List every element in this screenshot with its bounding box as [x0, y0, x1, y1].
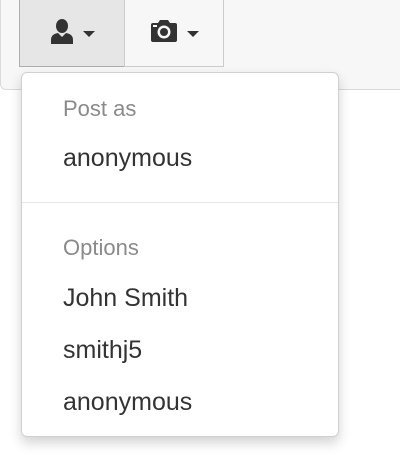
option-item-anonymous[interactable]: anonymous: [63, 390, 192, 415]
chevron-down-icon: [187, 31, 199, 37]
post-as-dropdown-menu: Post as anonymous Options John Smith smi…: [21, 72, 339, 437]
post-as-header: Post as: [63, 96, 137, 121]
post-as-dropdown-button[interactable]: [19, 0, 125, 67]
menu-divider: [22, 202, 338, 203]
camera-dropdown-button[interactable]: [124, 0, 224, 67]
camera-icon: [149, 19, 179, 48]
option-item-john-smith[interactable]: John Smith: [63, 286, 188, 311]
options-header: Options: [63, 235, 139, 260]
option-item-smithj5[interactable]: smithj5: [63, 338, 142, 363]
user-icon: [49, 18, 75, 49]
stage: Post as anonymous Options John Smith smi…: [0, 0, 400, 475]
post-as-item-anonymous[interactable]: anonymous: [63, 146, 192, 171]
chevron-down-icon: [83, 31, 95, 37]
